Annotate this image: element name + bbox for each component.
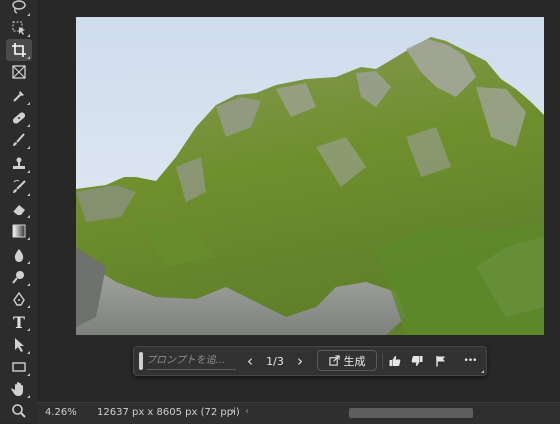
frame-icon — [12, 65, 26, 79]
generate-icon — [328, 355, 340, 366]
path-selection-tool[interactable] — [6, 334, 32, 356]
report-button[interactable] — [432, 352, 450, 370]
brush-tool[interactable] — [6, 129, 32, 151]
pen-tool[interactable] — [6, 288, 32, 310]
crop-icon — [12, 43, 26, 57]
eraser-tool[interactable] — [6, 198, 32, 220]
dodge-tool[interactable] — [6, 266, 32, 288]
more-icon: ••• — [463, 356, 478, 366]
contextual-task-bar: ‹ 1/3 › 生成 ••• — [133, 346, 487, 376]
rectangle-icon — [12, 362, 26, 372]
lasso-tool[interactable] — [6, 0, 32, 18]
page-counter: 1/3 — [266, 354, 284, 368]
dodge-icon — [12, 271, 24, 284]
pen-icon — [13, 291, 25, 306]
status-menu-arrow-icon[interactable]: › — [231, 406, 235, 417]
hand-tool[interactable] — [6, 378, 32, 400]
blur-tool[interactable] — [6, 244, 32, 266]
eraser-icon — [12, 205, 25, 216]
stamp-icon — [13, 157, 25, 169]
generate-label: 生成 — [343, 354, 366, 368]
tools-panel: T — [0, 0, 37, 423]
thumbs-up-button[interactable] — [386, 352, 404, 370]
prompt-input[interactable] — [146, 351, 236, 370]
crop-tool[interactable] — [6, 39, 32, 61]
gradient-tool[interactable] — [6, 220, 32, 242]
thumbs-up-icon — [389, 356, 401, 366]
zoom-tool[interactable] — [6, 400, 32, 422]
bandage-icon — [12, 112, 26, 124]
object-selection-tool[interactable] — [6, 17, 32, 39]
object-selection-icon — [12, 21, 25, 35]
type-tool[interactable]: T — [6, 311, 32, 333]
scroll-left-icon[interactable]: ‹ — [245, 406, 249, 417]
next-button[interactable]: › — [294, 352, 306, 370]
magnifier-icon — [12, 404, 26, 418]
healing-brush-tool[interactable] — [6, 107, 32, 129]
horizontal-scrollbar[interactable] — [257, 408, 557, 418]
thumbs-down-button[interactable] — [408, 352, 426, 370]
brush-icon — [13, 133, 25, 146]
drag-handle[interactable] — [139, 352, 143, 370]
scrollbar-thumb[interactable] — [349, 408, 473, 418]
cursor-arrow-icon — [15, 338, 24, 352]
mountain-photo — [76, 17, 544, 335]
document-info: 12637 px x 8605 px (72 ppi) — [97, 407, 240, 418]
thumbs-down-icon — [411, 356, 423, 366]
frame-tool[interactable] — [6, 61, 32, 83]
hand-icon — [11, 382, 23, 396]
drop-icon — [14, 249, 24, 262]
clone-stamp-tool[interactable] — [6, 153, 32, 175]
eyedropper-tool[interactable] — [6, 85, 32, 107]
chevron-left-icon: ‹ — [247, 352, 253, 370]
type-icon: T — [13, 312, 25, 332]
chevron-right-icon: › — [297, 352, 303, 370]
flag-icon — [436, 356, 445, 367]
history-brush-icon — [13, 180, 26, 193]
rectangle-tool[interactable] — [6, 356, 32, 378]
document-image[interactable] — [76, 17, 544, 335]
lasso-icon — [12, 0, 26, 14]
generate-button[interactable]: 生成 — [317, 350, 377, 371]
expand-corner-icon — [481, 370, 484, 373]
gradient-icon — [12, 224, 26, 238]
status-bar: 4.26% 12637 px x 8605 px (72 ppi) › ‹ — [37, 402, 560, 424]
eyedropper-icon — [13, 91, 24, 102]
previous-button[interactable]: ‹ — [244, 352, 256, 370]
history-brush-tool[interactable] — [6, 176, 32, 198]
zoom-level[interactable]: 4.26% — [45, 407, 77, 418]
more-options-button[interactable]: ••• — [460, 352, 480, 370]
